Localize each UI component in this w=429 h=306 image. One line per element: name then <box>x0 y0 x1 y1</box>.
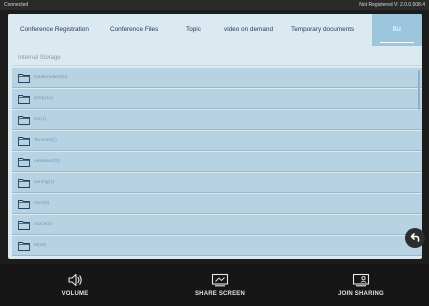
status-bar: Connected Not Registered V: 2.0.0.508.4 <box>0 0 429 10</box>
connection-status: Connected <box>4 2 29 8</box>
tab-biz-label: Biz <box>392 26 402 33</box>
join-sharing-icon <box>352 273 370 287</box>
folder-name: rtrace(0) <box>34 222 53 227</box>
folder-icon <box>18 242 30 251</box>
tab-conference-files[interactable]: Conference Files <box>110 14 158 46</box>
folder-name: Tencent(1) <box>34 138 57 143</box>
folder-list: tcadtemdulut(0) temp(11) zte(1) Tencent(… <box>12 68 422 259</box>
folder-row[interactable]: tcadtemdulut(0) <box>12 68 422 88</box>
version-status: Not Registered V: 2.0.0.508.4 <box>359 2 425 8</box>
folder-icon <box>18 137 30 146</box>
folder-row[interactable]: netease(33) <box>12 152 422 172</box>
folder-row[interactable]: ttt(19) <box>12 236 422 256</box>
join-sharing-label: JOIN SHARING <box>338 291 384 297</box>
tab-topic[interactable]: Topic <box>186 14 201 46</box>
folder-row[interactable]: zte(1) <box>12 110 422 130</box>
volume-label: VOLUME <box>61 291 89 297</box>
tab-conference-registration[interactable]: Conference Registration <box>20 14 89 46</box>
folder-name: tcadtemdulut(0) <box>34 75 68 80</box>
tab-bar: Conference Registration Conference Files… <box>8 14 422 46</box>
tab-biz[interactable]: Biz <box>372 14 422 46</box>
folder-name: ttt(19) <box>34 243 47 248</box>
folder-icon <box>18 95 30 104</box>
speaker-icon <box>68 273 82 287</box>
volume-button[interactable]: VOLUME <box>50 264 100 306</box>
folder-name: netease(33) <box>34 159 60 164</box>
list-scrollbar[interactable] <box>418 70 420 110</box>
tab-temporary-documents[interactable]: Temporary documents <box>291 14 354 46</box>
folder-icon <box>18 179 30 188</box>
folder-name: ventrig(1) <box>34 180 55 185</box>
folder-icon <box>18 116 30 125</box>
folder-icon <box>18 200 30 209</box>
folder-icon <box>18 74 30 83</box>
share-screen-button[interactable]: SHARE SCREEN <box>188 264 252 306</box>
folder-row[interactable]: ventrig(1) <box>12 173 422 193</box>
folder-row[interactable]: temp(11) <box>12 89 422 109</box>
storage-location-label: Internal Storage <box>12 50 422 66</box>
bottom-toolbar: VOLUME SHARE SCREEN JOIN SHARING <box>0 264 429 306</box>
folder-name: Vivo(0) <box>34 201 50 206</box>
file-browser-panel: Conference Registration Conference Files… <box>8 14 422 259</box>
folder-row[interactable]: Tencent(1) <box>12 131 422 151</box>
screen-share-icon <box>211 273 229 287</box>
back-button[interactable] <box>405 228 425 248</box>
folder-name: temp(11) <box>34 96 53 101</box>
folder-row[interactable]: rtrace(0) <box>12 215 422 235</box>
back-arrow-icon <box>410 233 420 242</box>
folder-name: zte(1) <box>34 117 47 122</box>
folder-icon <box>18 158 30 167</box>
tab-video-on-demand[interactable]: video on demand <box>224 14 273 46</box>
share-screen-label: SHARE SCREEN <box>194 291 246 297</box>
active-tab-indicator <box>380 42 414 43</box>
folder-row[interactable]: Vivo(0) <box>12 194 422 214</box>
folder-icon <box>18 221 30 230</box>
join-sharing-button[interactable]: JOIN SHARING <box>330 264 392 306</box>
